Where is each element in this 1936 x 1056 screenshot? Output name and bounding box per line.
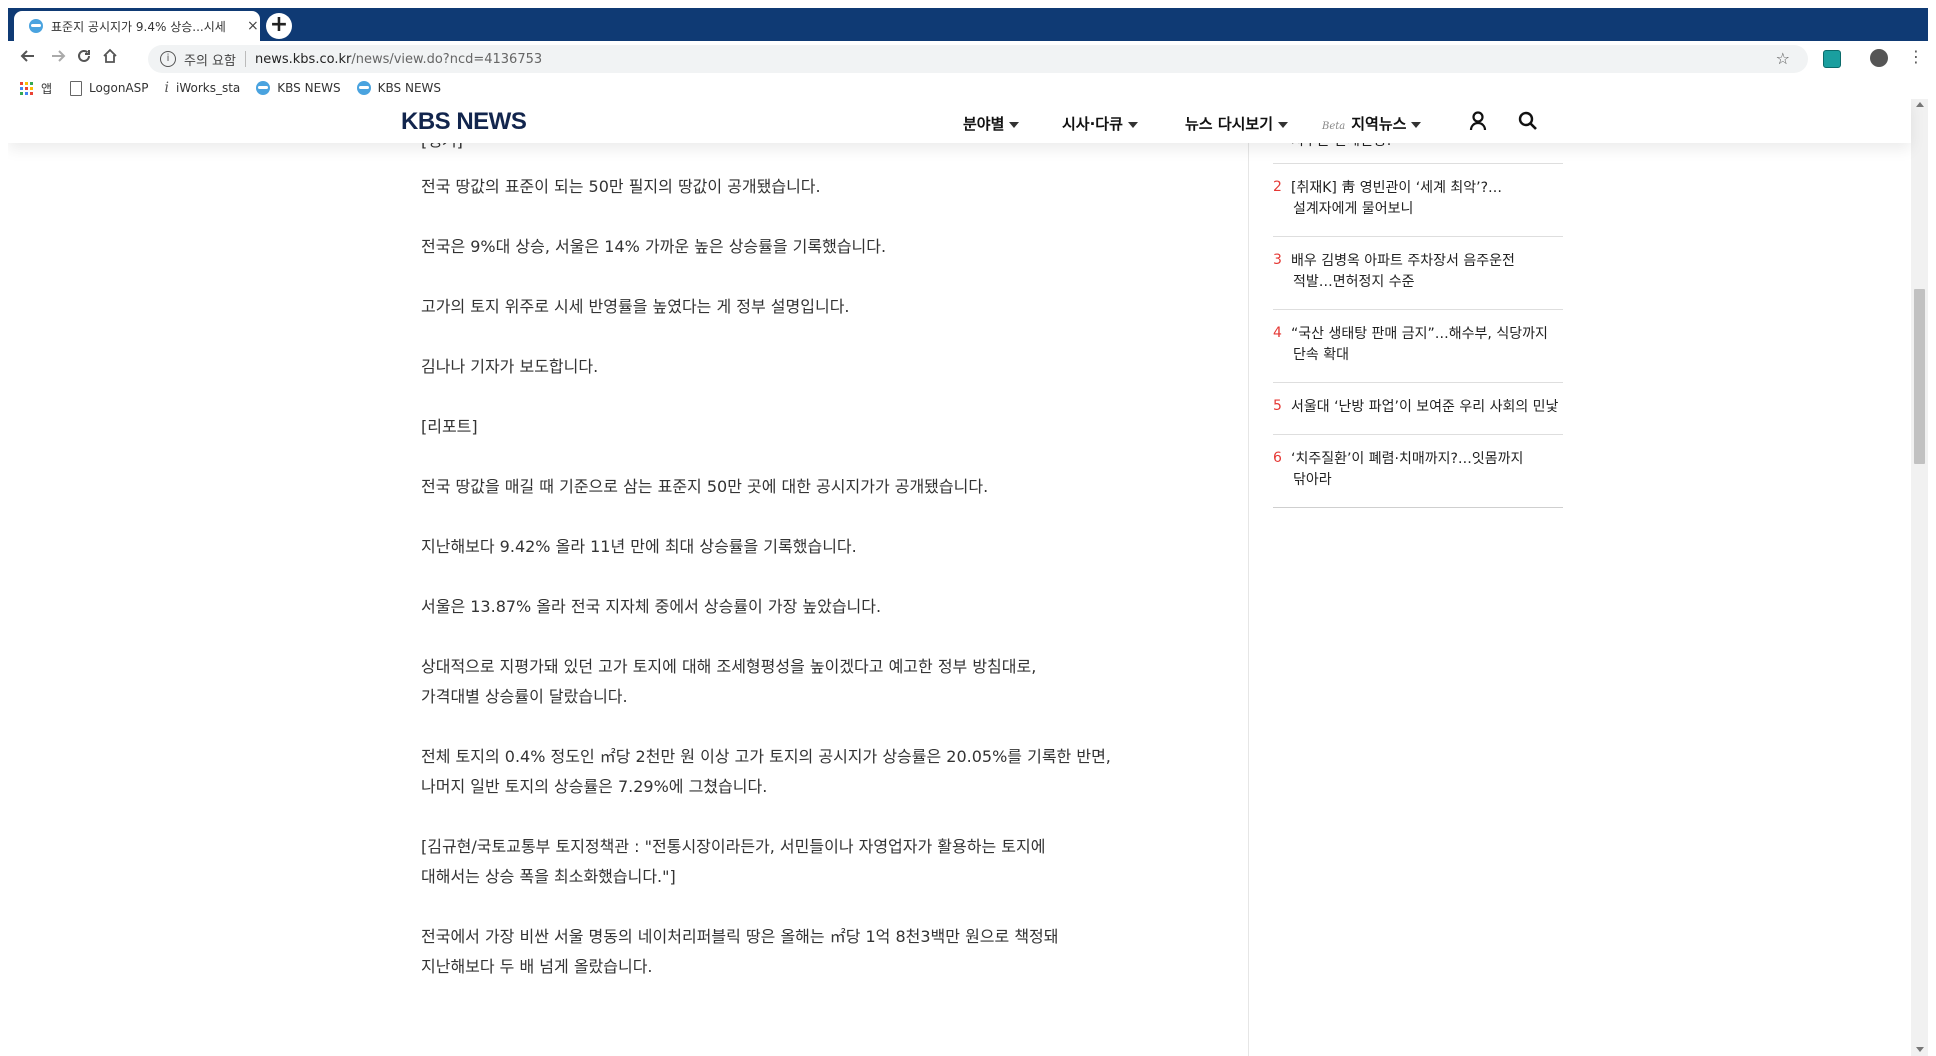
bookmarks-bar: 앱 LogonASP i iWorks_sta KBS NEWS KBS NEW… — [8, 77, 1928, 100]
article-paragraph: 지난해보다 두 배 넘게 올랐습니다. — [421, 957, 653, 976]
iworks-icon: i — [164, 80, 169, 96]
beta-badge: Beta — [1322, 121, 1346, 132]
nav-documentary[interactable]: 시사·다큐 — [1062, 113, 1138, 134]
nav-regional[interactable]: Beta 지역뉴스 — [1322, 113, 1422, 134]
ranking-number: 3 — [1273, 252, 1282, 268]
browser-window: 표준지 공시지가 9.4% 상승...시세 × + i 주의 요함 news.k… — [8, 8, 1928, 1056]
kbs-news-logo[interactable]: KBS NEWS — [401, 108, 527, 136]
browser-tab[interactable]: 표준지 공시지가 9.4% 상승...시세 × — [14, 11, 260, 41]
nav-label: 시사·다큐 — [1062, 115, 1123, 133]
bookmark-kbs-news-2[interactable]: KBS NEWS — [356, 81, 442, 95]
address-divider — [244, 51, 246, 67]
article-paragraph: 전국 땅값을 매길 때 기준으로 삼는 표준지 50만 곳에 대한 공시지가가 … — [421, 477, 989, 496]
browser-toolbar: i 주의 요함 news.kbs.co.kr/news/view.do?ncd=… — [8, 41, 1928, 77]
scroll-thumb[interactable] — [1914, 289, 1925, 464]
address-bar[interactable]: i 주의 요함 news.kbs.co.kr/news/view.do?ncd=… — [148, 45, 1808, 73]
more-menu-icon[interactable]: ⋮ — [1908, 47, 1924, 66]
article-paragraph: 고가의 토지 위주로 시세 반영률을 높였다는 게 정부 설명입니다. — [421, 297, 850, 316]
kbs-icon — [356, 81, 371, 95]
home-icon[interactable] — [98, 47, 122, 71]
bookmark-star-icon[interactable]: ☆ — [1776, 49, 1790, 68]
page-viewport: [앵커] 전국 땅값의 표준이 되는 50만 필지의 땅값이 공개됐습니다. 전… — [8, 99, 1928, 1056]
page-icon — [70, 80, 83, 96]
security-warning-label: 주의 요함 — [184, 53, 236, 69]
new-tab-button[interactable]: + — [266, 13, 292, 39]
nav-category[interactable]: 분야별 — [963, 113, 1020, 134]
apps-icon — [20, 81, 33, 95]
ranking-number: 6 — [1273, 450, 1282, 466]
article-paragraph: 김나나 기자가 보도합니다. — [421, 357, 599, 376]
bookmark-iworks[interactable]: i iWorks_sta — [165, 80, 241, 96]
ranking-item[interactable]: 4 “국산 생태탕 판매 금지”…해수부, 식당까지 단속 확대 — [1273, 309, 1563, 383]
bookmark-logonasp[interactable]: LogonASP — [70, 80, 149, 96]
article-paragraph: 전체 토지의 0.4% 정도인 ㎡당 2천만 원 이상 고가 토지의 공시지가 … — [421, 747, 1111, 766]
article-paragraph: 서울은 13.87% 올라 전국 지자체 중에서 상승률이 가장 높았습니다. — [421, 597, 882, 616]
ranking-number: 2 — [1273, 179, 1282, 195]
scroll-down-arrow-icon[interactable] — [1916, 1047, 1924, 1052]
extension-icon[interactable] — [1823, 50, 1841, 68]
ranking-title-line: 설계자에게 물어보니 — [1293, 201, 1414, 217]
kbs-favicon-icon — [29, 19, 43, 33]
site-header: KBS NEWS 분야별 시사·다큐 뉴스 다시보기 Beta 지역뉴스 — [8, 99, 1911, 143]
ranking-item[interactable]: 2 [취재K] 靑 영빈관이 ‘세계 최악’?… 설계자에게 물어보니 — [1273, 163, 1563, 237]
ranking-number: 4 — [1273, 325, 1282, 341]
article-paragraph: 나머지 일반 토지의 상승률은 7.29%에 그쳤습니다. — [421, 777, 768, 796]
ranking-title-line: 닦아라 — [1293, 472, 1332, 488]
article-paragraph: [리포트] — [421, 417, 478, 436]
bookmark-label: KBS NEWS — [377, 81, 442, 95]
ranking-item[interactable]: 6 ‘치주질환’이 폐렴·치매까지?…잇몸까지 닦아라 — [1273, 434, 1563, 508]
nav-label: 분야별 — [963, 115, 1005, 133]
nav-label: 뉴스 다시보기 — [1185, 115, 1274, 133]
bookmark-apps[interactable]: 앱 — [20, 80, 52, 97]
forward-arrow-icon[interactable] — [46, 47, 70, 71]
article-quote: 대해서는 상승 폭을 최소화했습니다."] — [421, 867, 676, 886]
ranking-item[interactable]: 3 배우 김병옥 아파트 주차장서 음주운전 적발…면허정지 수준 — [1273, 236, 1563, 310]
page-scrollbar[interactable] — [1911, 99, 1928, 1056]
url-host: news.kbs.co.kr — [254, 51, 352, 67]
ranking-bottom-border — [1273, 507, 1563, 508]
reload-icon[interactable] — [72, 47, 96, 71]
ranking-number: 5 — [1273, 398, 1282, 414]
bookmark-label: iWorks_sta — [175, 81, 241, 95]
ranking-title-line: “국산 생태탕 판매 금지”…해수부, 식당까지 — [1291, 326, 1548, 342]
nav-replay[interactable]: 뉴스 다시보기 — [1185, 113, 1289, 134]
article-paragraph: 가격대별 상승률이 달랐습니다. — [421, 687, 628, 706]
tab-close-icon[interactable]: × — [247, 18, 259, 34]
article-paragraph: 전국 땅값의 표준이 되는 50만 필지의 땅값이 공개됐습니다. — [421, 177, 821, 196]
caret-down-icon — [1411, 121, 1422, 128]
scroll-up-arrow-icon[interactable] — [1916, 102, 1924, 107]
tab-title: 표준지 공시지가 9.4% 상승...시세 — [51, 19, 226, 34]
ranking-title-line: [취재K] 靑 영빈관이 ‘세계 최악’?… — [1291, 180, 1503, 196]
bookmark-label: LogonASP — [89, 81, 149, 95]
ranking-title-line: 단속 확대 — [1293, 347, 1349, 363]
ranking-title-line: 서울대 ‘난방 파업’이 보여준 우리 사회의 민낯 — [1291, 399, 1559, 415]
info-icon[interactable]: i — [160, 51, 176, 67]
article-paragraph: 전국에서 가장 비싼 서울 명동의 네이처리퍼블릭 땅은 올해는 ㎡당 1억 8… — [421, 927, 1059, 946]
back-arrow-icon[interactable] — [16, 47, 40, 71]
bookmark-label: KBS NEWS — [277, 81, 341, 95]
nav-label: 지역뉴스 — [1351, 115, 1407, 133]
caret-down-icon — [1278, 121, 1289, 128]
ranking-title-line: 배우 김병옥 아파트 주차장서 음주운전 — [1291, 253, 1515, 269]
article-quote: [김규현/국토교통부 토지정책관 : "전통시장이라든가, 서민들이나 자영업자… — [421, 837, 1046, 856]
ranking-title-line: ‘치주질환’이 폐렴·치매까지?…잇몸까지 — [1291, 451, 1524, 467]
article-paragraph: 상대적으로 지평가돼 있던 고가 토지에 대해 조세형평성을 높이겠다고 예고한… — [421, 657, 1037, 676]
bookmark-label: 앱 — [41, 81, 53, 96]
tab-strip: 표준지 공시지가 9.4% 상승...시세 × + — [8, 8, 1928, 41]
caret-down-icon — [1127, 121, 1138, 128]
url-text: news.kbs.co.kr/news/view.do?ncd=4136753 — [255, 52, 542, 67]
caret-down-icon — [1009, 121, 1020, 128]
article-paragraph: 지난해보다 9.42% 올라 11년 만에 최대 상승률을 기록했습니다. — [421, 537, 857, 556]
article-paragraph: 전국은 9%대 상승, 서울은 14% 가까운 높은 상승률을 기록했습니다. — [421, 237, 887, 256]
url-path: /news/view.do?ncd=4136753 — [351, 51, 543, 67]
kbs-icon — [256, 81, 271, 95]
user-icon[interactable] — [1468, 111, 1488, 135]
search-icon[interactable] — [1518, 111, 1538, 135]
bookmark-kbs-news-1[interactable]: KBS NEWS — [256, 81, 341, 95]
profile-avatar-icon[interactable] — [1870, 49, 1888, 67]
screen-edge — [0, 0, 8, 1056]
sidebar-divider — [1248, 143, 1249, 1056]
ranking-item[interactable]: 5 서울대 ‘난방 파업’이 보여준 우리 사회의 민낯 — [1273, 382, 1563, 435]
ranking-title-line: 적발…면허정지 수준 — [1293, 274, 1415, 290]
